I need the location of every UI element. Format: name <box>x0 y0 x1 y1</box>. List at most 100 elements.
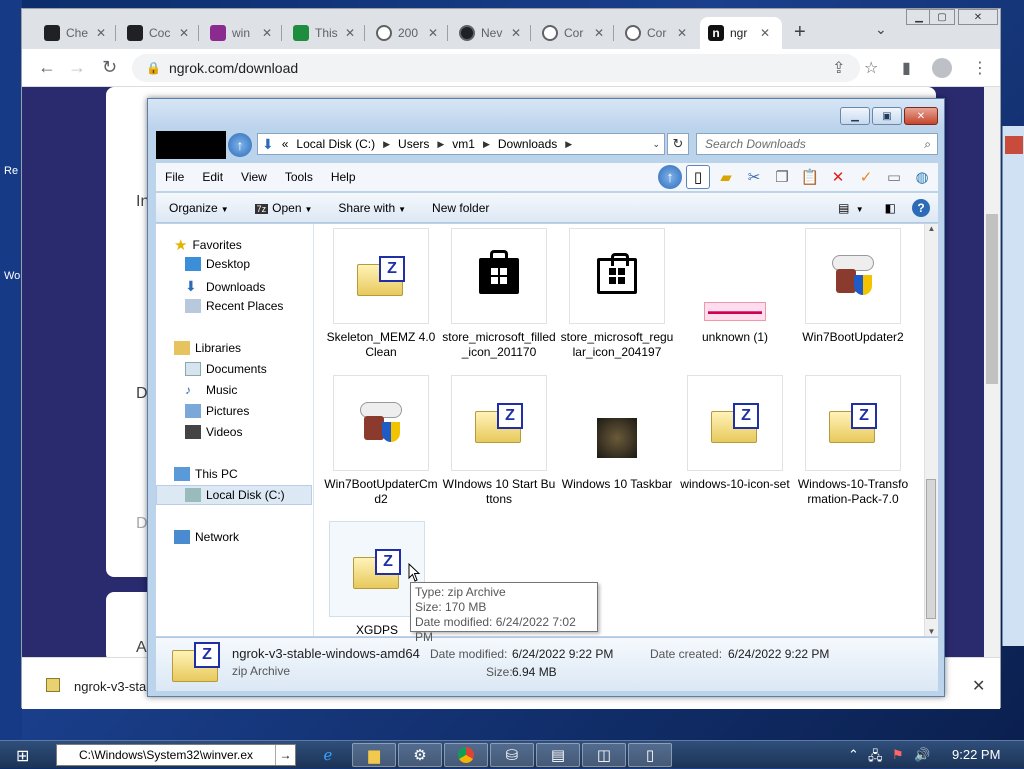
back-arrow-icon[interactable]: ← <box>38 57 56 78</box>
tab[interactable]: Cor ✕ <box>534 17 612 49</box>
nav-downloads[interactable]: ⬇ Downloads <box>185 278 265 295</box>
close-tab-icon[interactable]: ✕ <box>262 26 272 40</box>
close-tab-icon[interactable]: ✕ <box>594 26 604 40</box>
file-item[interactable]: Z Windows-10-Transformation-Pack-7.0 <box>794 375 912 507</box>
organize-button[interactable]: Organize ▼ <box>156 201 242 215</box>
chrome-icon[interactable] <box>444 743 488 767</box>
tab[interactable]: win ✕ <box>202 17 280 49</box>
file-item[interactable]: Win7BootUpdaterCmd2 <box>322 375 440 507</box>
check-icon[interactable]: ✓ <box>854 165 878 189</box>
search-icon[interactable]: ⌕ <box>924 137 931 152</box>
file-item[interactable]: ▬▬▬▬▬▬ unknown (1) <box>676 228 794 345</box>
lock-icon[interactable]: 🔒 <box>146 61 161 75</box>
up-arrow-icon[interactable]: ↑ <box>658 165 682 189</box>
nav-videos[interactable]: Videos <box>185 425 242 439</box>
edge-icon[interactable]: ℯ <box>306 743 350 767</box>
explorer-titlebar[interactable]: ▁ ▣ ✕ <box>148 99 944 129</box>
close-icon[interactable] <box>1005 136 1023 154</box>
reload-icon[interactable]: ↻ <box>102 57 117 78</box>
file-list-scrollbar-thumb[interactable] <box>926 479 936 619</box>
up-arrow-icon[interactable]: ↑ <box>228 133 252 157</box>
nav-libraries[interactable]: Libraries <box>174 341 241 355</box>
new-folder-button[interactable]: New folder <box>419 201 502 215</box>
open-button[interactable]: 7z Open ▼ <box>242 201 326 215</box>
breadcrumb-segment[interactable]: vm1 <box>448 137 479 151</box>
nav-music[interactable]: ♪ Music <box>185 383 237 397</box>
tray-chevron-icon[interactable]: ⌃ <box>848 747 859 763</box>
nav-local-disk[interactable]: Local Disk (C:) <box>156 485 312 505</box>
overflow-chevron[interactable]: « <box>278 137 293 151</box>
tab[interactable]: Nev ✕ <box>451 17 529 49</box>
help-icon[interactable]: ? <box>904 198 938 217</box>
profile-avatar-icon[interactable] <box>932 58 952 78</box>
file-item[interactable]: Z windows-10-icon-set <box>676 375 794 492</box>
search-input[interactable]: Search Downloads ⌕ <box>696 133 938 155</box>
action-center-icon[interactable]: ⚑ <box>892 747 904 763</box>
close-button[interactable]: ✕ <box>904 107 938 125</box>
scroll-up-icon[interactable]: ▲ <box>925 224 938 233</box>
close-tab-icon[interactable]: ✕ <box>345 26 355 40</box>
properties-icon[interactable]: ▭ <box>882 165 906 189</box>
breadcrumb-segment[interactable]: Users <box>394 137 433 151</box>
breadcrumb-chevron-icon[interactable]: ▶ <box>561 139 576 150</box>
control-panel-icon[interactable]: ◫ <box>582 743 626 767</box>
desktop-icon-label[interactable]: Wo <box>4 270 20 282</box>
breadcrumb-segment[interactable]: Downloads <box>494 137 561 151</box>
desktop-icon-label[interactable]: Re <box>4 165 18 177</box>
close-tab-icon[interactable]: ✕ <box>96 26 106 40</box>
close-tab-icon[interactable]: ✕ <box>511 26 521 40</box>
clock[interactable]: 9:22 PM <box>952 747 1000 762</box>
breadcrumb-segment[interactable]: Local Disk (C:) <box>292 137 379 151</box>
menu-tools[interactable]: Tools <box>276 170 322 184</box>
globe-icon[interactable]: ◍ <box>910 165 934 189</box>
new-tab-button[interactable]: + <box>794 21 806 44</box>
close-button[interactable]: ✕ <box>958 9 998 25</box>
nav-this-pc[interactable]: This PC <box>174 467 238 481</box>
drive-app-icon[interactable]: ⛁ <box>490 743 534 767</box>
minimize-button[interactable]: ▁ <box>840 107 870 125</box>
menu-view[interactable]: View <box>232 170 276 184</box>
maximize-button[interactable]: ▢ <box>929 9 955 25</box>
share-icon[interactable]: ⇪ <box>832 58 845 78</box>
paste-icon[interactable]: 📋 <box>798 165 822 189</box>
nav-desktop[interactable]: Desktop <box>185 257 250 271</box>
nav-pictures[interactable]: Pictures <box>185 404 249 418</box>
close-tab-icon[interactable]: ✕ <box>760 26 770 40</box>
tab[interactable]: This ✕ <box>285 17 363 49</box>
tab-search-icon[interactable]: ⌄ <box>875 21 887 38</box>
settings-icon[interactable]: ⚙ <box>398 743 442 767</box>
file-item[interactable]: store_microsoft_regular_icon_204197 <box>558 228 676 360</box>
tab[interactable]: Coc ✕ <box>119 17 197 49</box>
file-explorer-icon[interactable]: ▆ <box>352 743 396 767</box>
breadcrumb-chevron-icon[interactable]: ▶ <box>379 139 394 150</box>
file-item[interactable]: Z Skeleton_MEMZ 4.0 Clean <box>322 228 440 360</box>
address-dropdown-icon[interactable]: ⌄ <box>648 139 664 150</box>
page-scrollbar-thumb[interactable] <box>986 214 998 384</box>
notepad-icon[interactable]: ▤ <box>536 743 580 767</box>
network-tray-icon[interactable]: 🖧 <box>868 747 883 769</box>
file-item[interactable]: Windows 10 Taskbar <box>558 375 676 492</box>
change-view-icon[interactable]: ▤ ▼ <box>825 201 877 215</box>
file-item[interactable]: Win7BootUpdater2 <box>794 228 912 345</box>
close-download-bar-icon[interactable]: ✕ <box>972 676 985 696</box>
volume-icon[interactable]: 🔊 <box>914 747 930 763</box>
breadcrumb-chevron-icon[interactable]: ▶ <box>479 139 494 150</box>
go-arrow-icon[interactable]: → <box>275 745 295 765</box>
windows-start-icon[interactable]: ⊞ <box>16 746 29 766</box>
close-tab-icon[interactable]: ✕ <box>677 26 687 40</box>
side-panel-icon[interactable]: ▮ <box>902 58 911 78</box>
nav-network[interactable]: Network <box>174 530 239 544</box>
delete-icon[interactable]: ✕ <box>826 165 850 189</box>
bookmark-star-icon[interactable]: ☆ <box>864 58 878 78</box>
maximize-button[interactable]: ▣ <box>872 107 902 125</box>
tab[interactable]: Cor ✕ <box>617 17 695 49</box>
nav-documents[interactable]: Documents <box>185 362 267 376</box>
menu-edit[interactable]: Edit <box>193 170 232 184</box>
nav-recent-places[interactable]: Recent Places <box>185 299 283 313</box>
menu-help[interactable]: Help <box>322 170 365 184</box>
menu-file[interactable]: File <box>156 170 193 184</box>
close-tab-icon[interactable]: ✕ <box>428 26 438 40</box>
document-app-icon[interactable]: ▯ <box>628 743 672 767</box>
scroll-down-icon[interactable]: ▼ <box>925 627 938 636</box>
background-window[interactable] <box>1002 126 1024 646</box>
